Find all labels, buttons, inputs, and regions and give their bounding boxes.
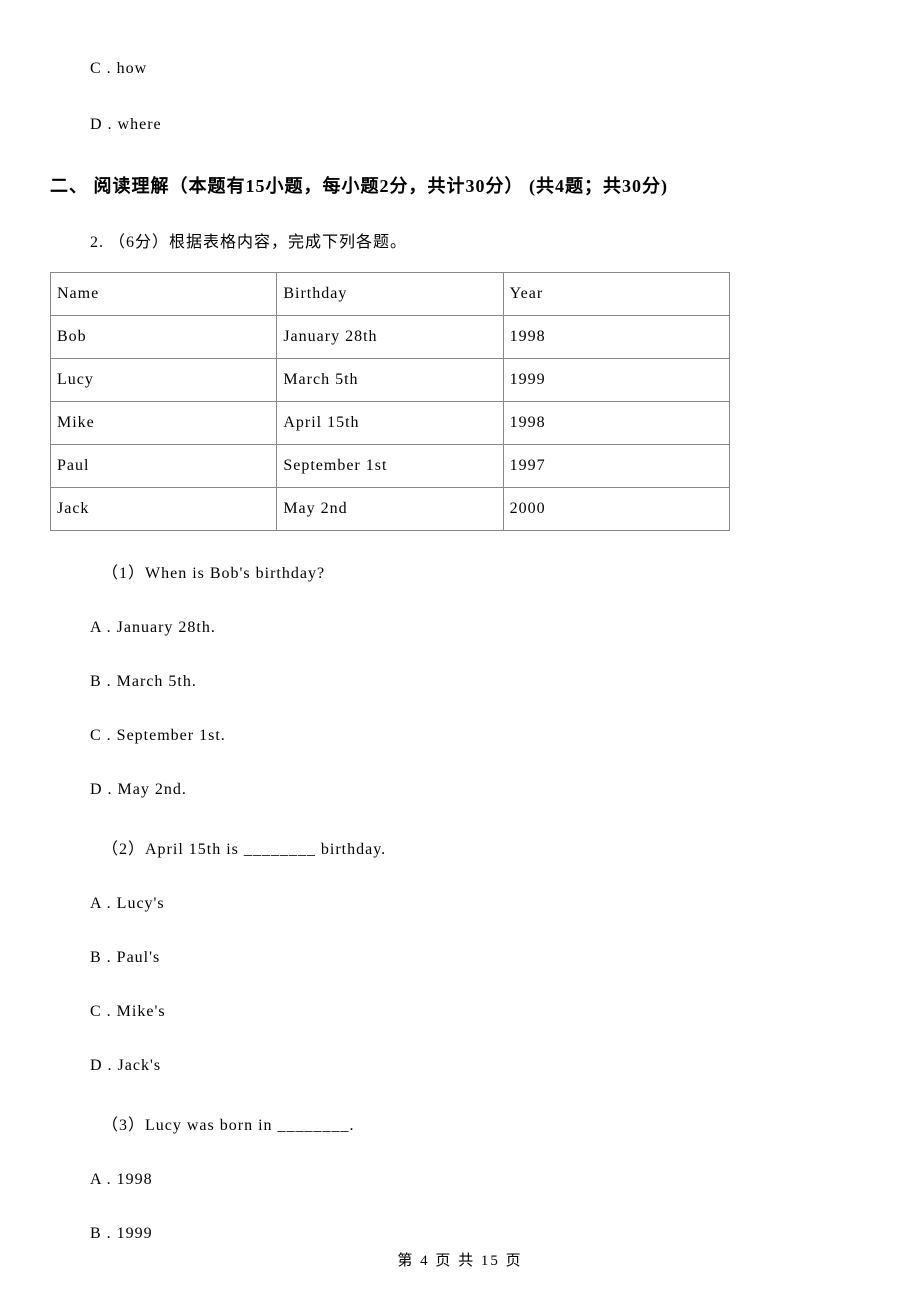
section-heading: 二、 阅读理解（本题有15小题，每小题2分，共计30分） (共4题；共30分) (50, 172, 870, 198)
cell-name: Paul (51, 445, 277, 488)
q2-sub1-question: （1）When is Bob's birthday? (102, 559, 870, 583)
cell-year: 1998 (503, 402, 729, 445)
cell-name: Bob (51, 316, 277, 359)
table-row: Lucy March 5th 1999 (51, 359, 730, 402)
prev-option-d: D . where (90, 116, 870, 134)
th-birthday: Birthday (277, 273, 503, 316)
birthday-table: Name Birthday Year Bob January 28th 1998… (50, 272, 730, 531)
q2-sub3-question: （3）Lucy was born in ________. (102, 1111, 870, 1135)
table-row: Mike April 15th 1998 (51, 402, 730, 445)
q2-intro: 2. （6分）根据表格内容，完成下列各题。 (90, 228, 870, 252)
cell-name: Mike (51, 402, 277, 445)
cell-name: Lucy (51, 359, 277, 402)
q2-sub2-option-a: A . Lucy's (90, 895, 870, 913)
table-row: Jack May 2nd 2000 (51, 488, 730, 531)
page-footer: 第 4 页 共 15 页 (50, 1249, 870, 1270)
cell-name: Jack (51, 488, 277, 531)
th-name: Name (51, 273, 277, 316)
q2-sub2-option-b: B . Paul's (90, 949, 870, 967)
q2-sub2-option-d: D . Jack's (90, 1057, 870, 1075)
cell-birthday: January 28th (277, 316, 503, 359)
q2-sub2-option-c: C . Mike's (90, 1003, 870, 1021)
table-header-row: Name Birthday Year (51, 273, 730, 316)
cell-year: 1999 (503, 359, 729, 402)
q2-sub3-option-b: B . 1999 (90, 1225, 870, 1243)
q2-sub2-question: （2）April 15th is ________ birthday. (102, 835, 870, 859)
cell-year: 1997 (503, 445, 729, 488)
q2-sub1-option-c: C . September 1st. (90, 727, 870, 745)
th-year: Year (503, 273, 729, 316)
cell-birthday: September 1st (277, 445, 503, 488)
table-row: Bob January 28th 1998 (51, 316, 730, 359)
cell-year: 2000 (503, 488, 729, 531)
cell-birthday: May 2nd (277, 488, 503, 531)
q2-sub1-option-b: B . March 5th. (90, 673, 870, 691)
table-row: Paul September 1st 1997 (51, 445, 730, 488)
cell-year: 1998 (503, 316, 729, 359)
q2-sub3-option-a: A . 1998 (90, 1171, 870, 1189)
q2-sub1-option-a: A . January 28th. (90, 619, 870, 637)
cell-birthday: March 5th (277, 359, 503, 402)
prev-option-c: C . how (90, 60, 870, 78)
cell-birthday: April 15th (277, 402, 503, 445)
q2-sub1-option-d: D . May 2nd. (90, 781, 870, 799)
